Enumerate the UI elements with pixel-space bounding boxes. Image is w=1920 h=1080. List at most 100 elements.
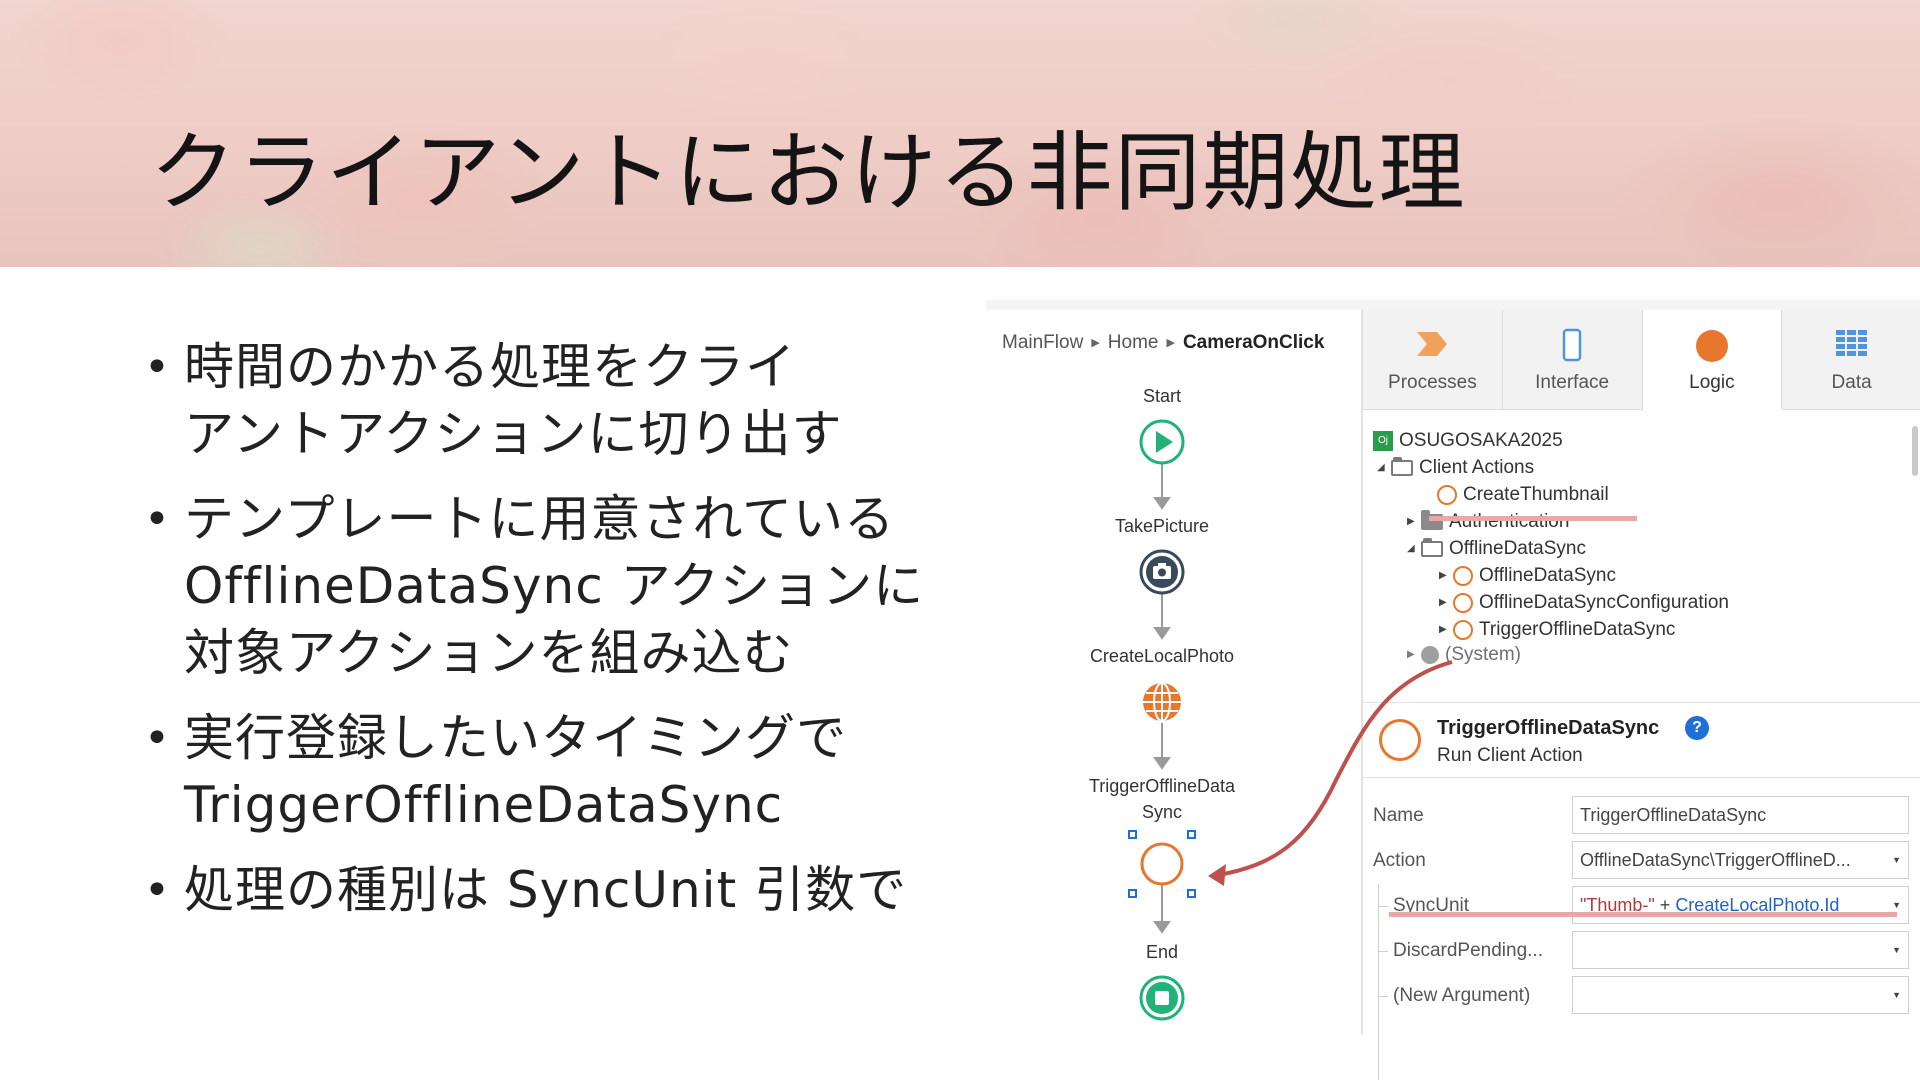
tab-logic[interactable]: Logic <box>1642 310 1783 410</box>
tree-item-label: OfflineDataSync <box>1449 538 1586 559</box>
node-label-createlocalphoto: CreateLocalPhoto <box>1089 646 1235 666</box>
tree-item-offlinedatasync-folder[interactable]: ◢ OfflineDataSync <box>1407 534 1586 564</box>
bullet-line: アントアクションに切り出す <box>184 405 843 463</box>
node-label-trigger-line1: TriggerOfflineData <box>1088 776 1236 796</box>
tab-processes[interactable]: Processes <box>1363 310 1503 410</box>
property-label: DiscardPending... <box>1393 940 1543 961</box>
node-label-end: End <box>1145 942 1179 962</box>
chevron-down-icon[interactable]: ▼ <box>1892 842 1901 878</box>
tree-item-system[interactable]: ▶ (System) <box>1407 640 1521 670</box>
caret-right-icon[interactable]: ▶ <box>1439 588 1453 618</box>
highlight-underline-syncunit <box>1389 912 1897 917</box>
client-action-icon <box>1453 620 1473 640</box>
help-icon[interactable]: ? <box>1685 716 1709 740</box>
bullet-line: テンプレートに用意されている <box>184 490 895 548</box>
tree-item-authentication[interactable]: ▶ Authentication <box>1407 507 1569 537</box>
slide-header-banner: クライアントにおける非同期処理 <box>0 0 1920 267</box>
bullet-list: 時間のかかる処理をクライ アントアクションに切り出す テンプレートに用意されてい… <box>144 334 974 942</box>
caret-right-icon[interactable]: ▶ <box>1439 561 1453 591</box>
logic-tree: Oj OSUGOSAKA2025 ◢ Client Actions Create… <box>1363 418 1903 696</box>
field-value: OfflineDataSync\TriggerOfflineD... <box>1580 850 1851 870</box>
tree-item-offlinedatasyncconfiguration[interactable]: ▶ OfflineDataSyncConfiguration <box>1439 588 1729 618</box>
tree-item-label: OSUGOSAKA2025 <box>1399 430 1563 451</box>
tree-item-module[interactable]: Oj OSUGOSAKA2025 <box>1373 426 1563 456</box>
slide-title: クライアントにおける非同期処理 <box>150 123 1467 223</box>
tree-item-label: Authentication <box>1449 511 1570 532</box>
tab-interface[interactable]: Interface <box>1502 310 1643 410</box>
bullet-item: 時間のかかる処理をクライ アントアクションに切り出す <box>144 334 974 468</box>
field-value: TriggerOfflineDataSync <box>1580 805 1767 825</box>
elements-sidebar: Processes Interface Logic Data Oj OSUGOS… <box>1361 310 1920 1080</box>
connector-arrow <box>1153 921 1171 934</box>
end-node-icon[interactable] <box>1138 974 1186 1022</box>
tree-item-offlinedatasync[interactable]: ▶ OfflineDataSync <box>1439 561 1616 591</box>
chevron-down-icon[interactable]: ▼ <box>1892 932 1901 968</box>
caret-down-icon[interactable]: ◢ <box>1377 453 1391 483</box>
bullet-item: テンプレートに用意されている OfflineDataSync アクションに 対象… <box>144 486 974 687</box>
tree-item-createthumbnail[interactable]: CreateThumbnail <box>1437 480 1609 510</box>
bullet-line: 時間のかかる処理をクライ <box>184 338 796 396</box>
property-row-new-argument: (New Argument) ▼ <box>1363 974 1920 1018</box>
chevron-down-icon[interactable]: ▼ <box>1892 977 1901 1013</box>
service-studio-screenshot: MainFlow ▶ Home ▶ CameraOnClick Start TakePi… <box>986 300 1920 1080</box>
caret-right-icon[interactable]: ▶ <box>1407 507 1421 537</box>
sidebar-tabs: Processes Interface Logic Data <box>1363 310 1920 410</box>
client-action-icon <box>1453 593 1473 613</box>
property-label: Action <box>1373 850 1426 871</box>
tab-label: Interface <box>1535 372 1610 393</box>
tree-item-label: (System) <box>1445 644 1521 665</box>
discardpending-field[interactable]: ▼ <box>1572 931 1909 969</box>
bullet-line: 処理の種別は SyncUnit 引数で <box>184 861 908 919</box>
caret-right-icon[interactable]: ▶ <box>1407 640 1421 670</box>
property-row-action: Action OfflineDataSync\TriggerOfflineD..… <box>1363 839 1920 883</box>
bullet-line: TriggerOfflineDataSync <box>184 776 784 834</box>
node-label-start: Start <box>1142 386 1181 406</box>
node-label-trigger-line2: Sync <box>1141 802 1183 822</box>
bullet-item: 実行登録したいタイミングで TriggerOfflineDataSync <box>144 705 974 839</box>
syncunit-expression-field[interactable]: "Thumb-" + CreateLocalPhoto.Id ▼ <box>1572 886 1909 924</box>
properties-subtitle: Run Client Action <box>1437 745 1583 766</box>
data-icon <box>1835 330 1867 356</box>
folder-open-icon <box>1391 457 1413 476</box>
flow-connectors <box>1153 442 1171 934</box>
connector-arrow <box>1153 627 1171 640</box>
property-row-discardpending: DiscardPending... ▼ <box>1363 929 1920 973</box>
property-row-syncunit: SyncUnit "Thumb-" + CreateLocalPhoto.Id ▼ <box>1363 884 1920 928</box>
property-row-name: Name TriggerOfflineDataSync <box>1363 794 1920 838</box>
aggregate-globe-icon[interactable] <box>1138 678 1186 726</box>
toolbar-edge <box>986 300 1920 310</box>
chevron-down-icon[interactable]: ▼ <box>1892 887 1901 923</box>
new-argument-field[interactable]: ▼ <box>1572 976 1909 1014</box>
interface-icon <box>1562 328 1582 362</box>
connector-arrow <box>1153 757 1171 770</box>
tree-item-label: Client Actions <box>1419 457 1535 478</box>
bullet-line: 対象アクションを組み込む <box>184 624 794 682</box>
tree-item-label: CreateThumbnail <box>1463 484 1609 505</box>
tree-item-label: OfflineDataSync <box>1479 565 1616 586</box>
client-action-icon <box>1453 566 1473 586</box>
camera-icon[interactable] <box>1138 548 1186 596</box>
properties-header: TriggerOfflineDataSync ? Run Client Acti… <box>1363 702 1920 778</box>
tab-label: Data <box>1831 372 1872 393</box>
node-label-takepicture: TakePicture <box>1114 516 1210 536</box>
folder-open-icon <box>1421 538 1443 557</box>
client-action-node-icon[interactable] <box>1126 828 1198 900</box>
logic-icon <box>1695 330 1728 362</box>
bullet-line: OfflineDataSync アクションに <box>184 557 925 615</box>
tab-data[interactable]: Data <box>1782 310 1920 410</box>
bullet-line: 実行登録したいタイミングで <box>184 709 847 767</box>
caret-down-icon[interactable]: ◢ <box>1407 534 1421 564</box>
flow-canvas[interactable]: MainFlow ▶ Home ▶ CameraOnClick Start TakePi… <box>986 310 1361 1035</box>
start-node-icon[interactable] <box>1138 418 1186 466</box>
name-field[interactable]: TriggerOfflineDataSync <box>1572 796 1909 834</box>
tree-scrollbar[interactable] <box>1912 426 1918 476</box>
action-select[interactable]: OfflineDataSync\TriggerOfflineD... ▼ <box>1572 841 1909 879</box>
processes-icon <box>1417 332 1448 356</box>
module-icon: Oj <box>1373 431 1393 451</box>
client-action-icon <box>1379 719 1421 761</box>
connector-arrow <box>1153 497 1171 510</box>
property-label: Name <box>1373 805 1424 826</box>
system-icon <box>1421 646 1439 664</box>
tab-label: Processes <box>1388 372 1477 393</box>
tree-item-client-actions[interactable]: ◢ Client Actions <box>1377 453 1534 483</box>
